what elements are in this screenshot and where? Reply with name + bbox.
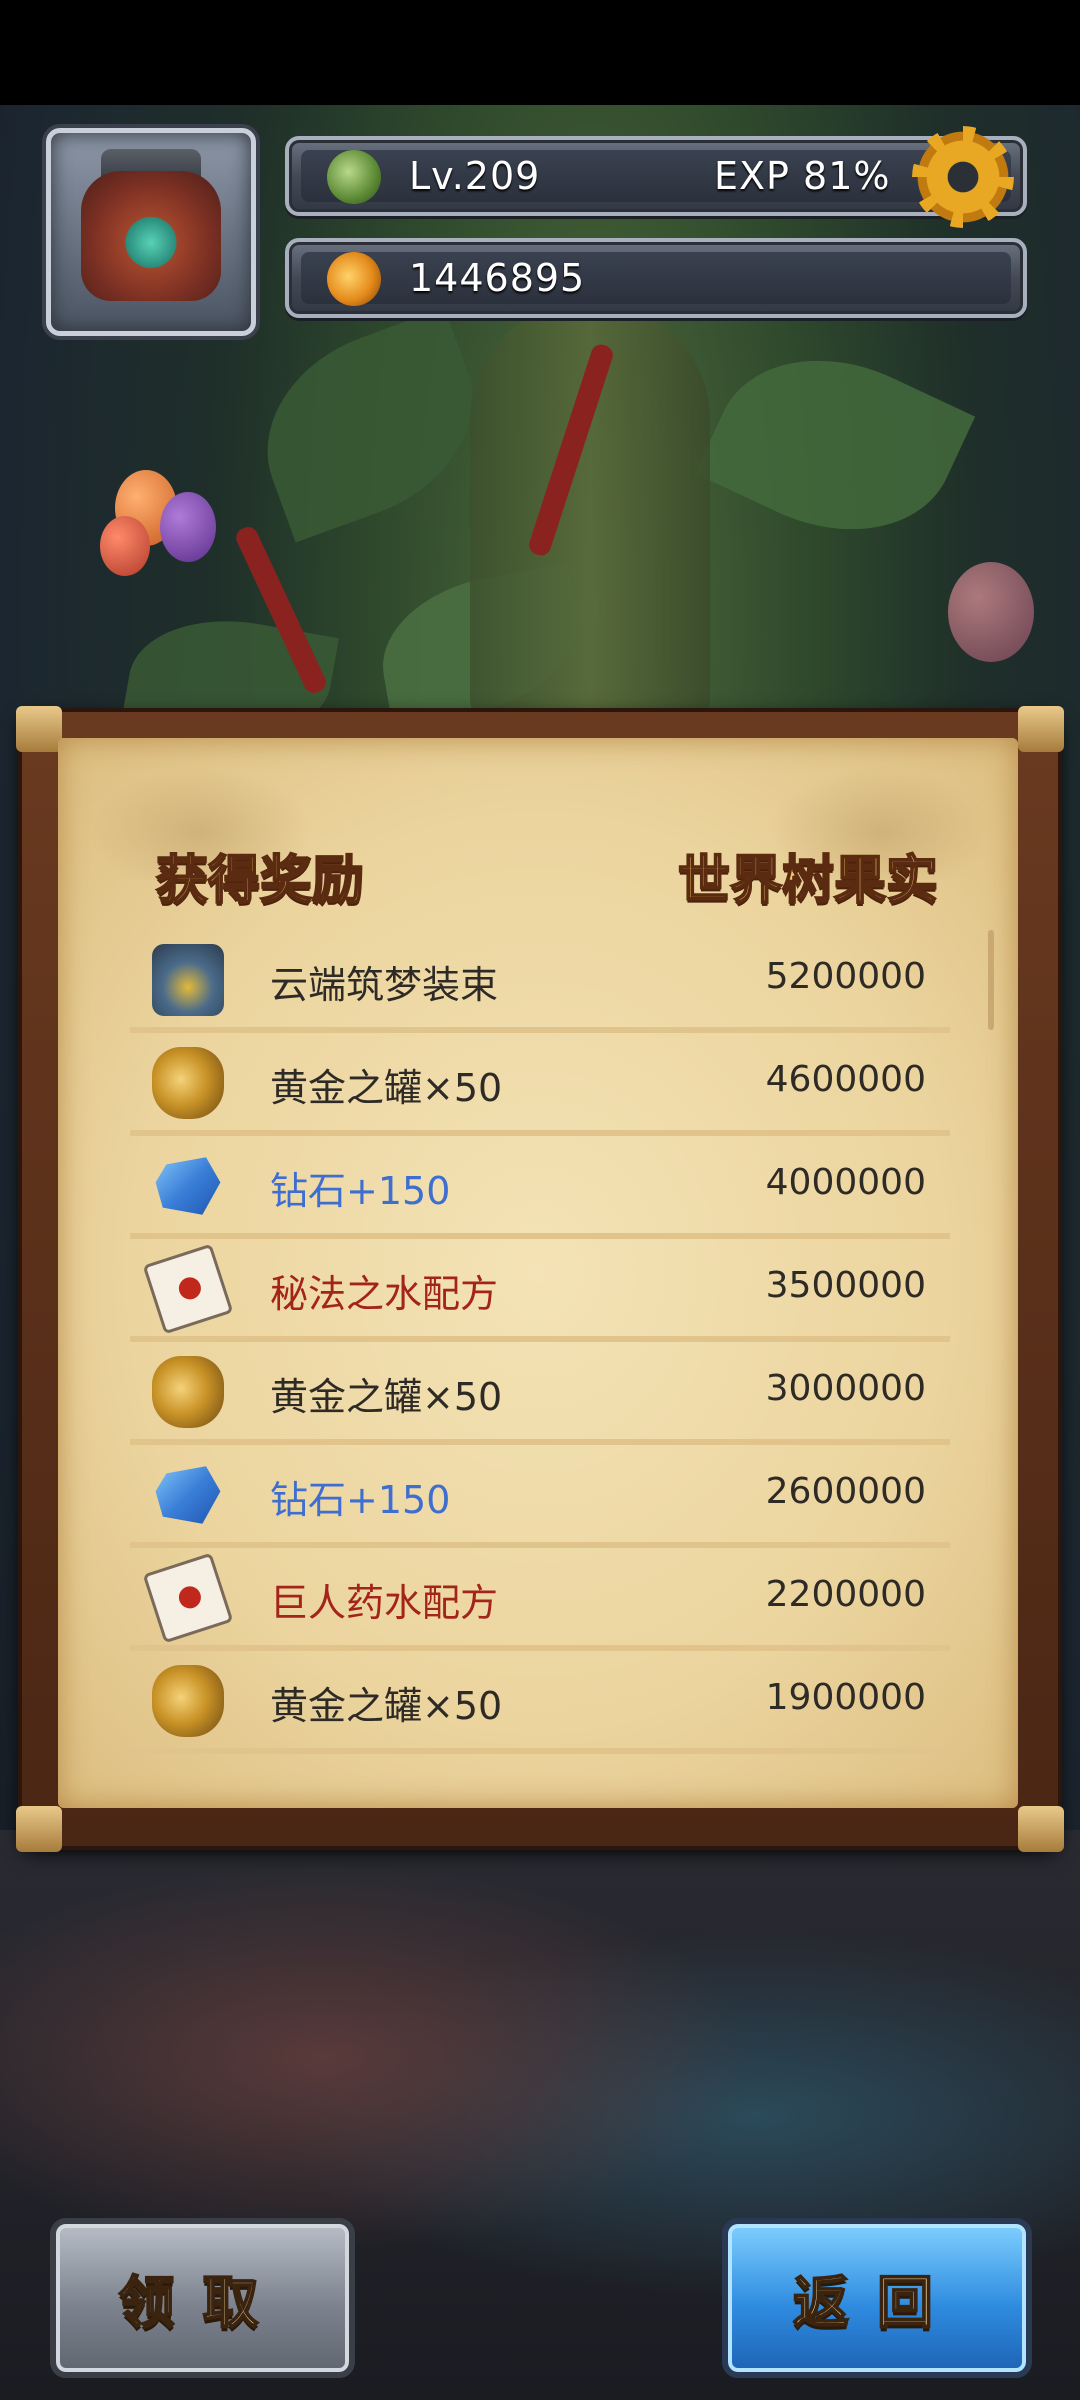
reward-row: 钻石+150 4000000 — [130, 1136, 950, 1239]
reward-name: 钻石+150 — [270, 1478, 451, 1522]
recipe-scroll-icon — [142, 1552, 234, 1644]
golden-jar-icon — [152, 1665, 224, 1737]
reward-threshold: 3000000 — [765, 1368, 926, 1409]
golden-jar-icon — [152, 1356, 224, 1428]
reward-list-scrollbar[interactable] — [988, 930, 994, 1030]
reward-row: 黄金之罐×50 1900000 — [130, 1651, 950, 1754]
recipe-scroll-icon — [142, 1243, 234, 1335]
reward-name: 黄金之罐×50 — [270, 1684, 503, 1728]
reward-name: 黄金之罐×50 — [270, 1375, 503, 1419]
currency-amount: 1446895 — [409, 256, 586, 300]
player-avatar[interactable] — [46, 128, 256, 336]
currency-bar: 1446895 — [285, 238, 1027, 318]
tree-fruit-icon — [327, 252, 381, 306]
reward-row: 巨人药水配方 2200000 — [130, 1548, 950, 1651]
reward-name: 巨人药水配方 — [270, 1581, 499, 1625]
rewards-header: 获得奖励 — [155, 850, 365, 912]
claim-button[interactable]: 领取 — [50, 2218, 355, 2378]
golden-jar-icon — [152, 1047, 224, 1119]
fruit-header: 世界树果实 — [677, 850, 939, 912]
settings-gear-icon[interactable] — [910, 124, 1016, 230]
reward-name: 黄金之罐×50 — [270, 1066, 503, 1110]
hot-air-balloon — [948, 562, 1034, 662]
reward-name: 云端筑梦装束 — [270, 963, 499, 1007]
reward-threshold: 2200000 — [765, 1574, 926, 1615]
balloon — [160, 492, 216, 562]
reward-name: 秘法之水配方 — [270, 1272, 499, 1316]
back-button[interactable]: 返回 — [722, 2218, 1032, 2378]
outfit-icon — [152, 944, 224, 1016]
reward-threshold: 5200000 — [765, 956, 926, 997]
reward-threshold: 4600000 — [765, 1059, 926, 1100]
diamond-icon — [155, 1157, 221, 1215]
reward-list[interactable]: 云端筑梦装束 5200000 黄金之罐×50 4600000 钻石+150 4000000… — [130, 930, 950, 1782]
balloon — [100, 516, 150, 576]
reward-threshold: 2600000 — [765, 1471, 926, 1512]
reward-row: 钻石+150 2600000 — [130, 1445, 950, 1548]
reward-name: 钻石+150 — [270, 1169, 451, 1213]
level-text: Lv.209 — [409, 154, 541, 198]
reward-row: 秘法之水配方 3500000 — [130, 1239, 950, 1342]
reward-row: 黄金之罐×50 4600000 — [130, 1033, 950, 1136]
reward-threshold: 4000000 — [765, 1162, 926, 1203]
diamond-icon — [155, 1466, 221, 1524]
reward-row: 云端筑梦装束 5200000 — [130, 930, 950, 1033]
reward-threshold: 3500000 — [765, 1265, 926, 1306]
reward-row: 黄金之罐×50 3000000 — [130, 1342, 950, 1445]
tree-level-icon — [327, 150, 381, 204]
reward-threshold: 1900000 — [765, 1677, 926, 1718]
exp-text: EXP 81% — [714, 154, 891, 198]
avatar-character — [81, 171, 221, 301]
